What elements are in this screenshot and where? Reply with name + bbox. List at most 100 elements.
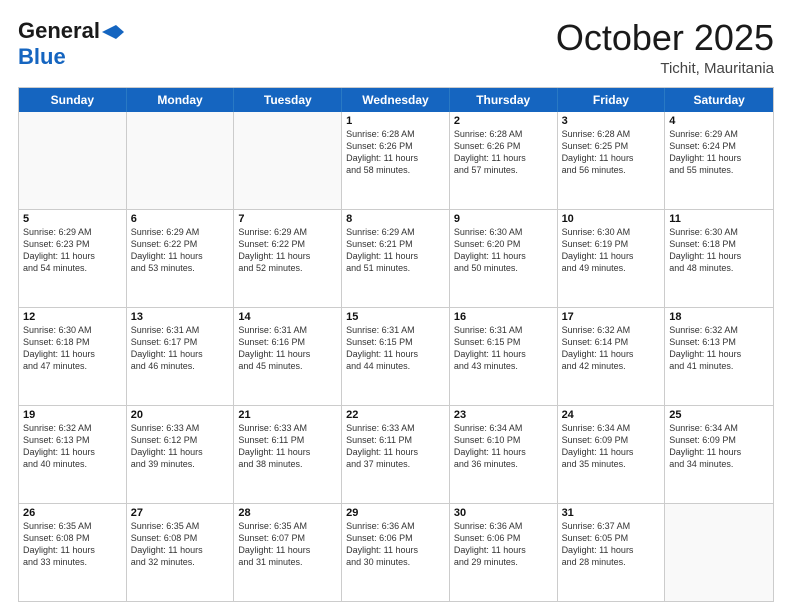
day-info: Sunrise: 6:28 AM Sunset: 6:25 PM Dayligh…	[562, 128, 661, 177]
weekday-header-monday: Monday	[127, 88, 235, 112]
weekday-header-tuesday: Tuesday	[234, 88, 342, 112]
day-info: Sunrise: 6:30 AM Sunset: 6:18 PM Dayligh…	[23, 324, 122, 373]
calendar-cell-4-7: 25Sunrise: 6:34 AM Sunset: 6:09 PM Dayli…	[665, 406, 773, 503]
day-info: Sunrise: 6:36 AM Sunset: 6:06 PM Dayligh…	[346, 520, 445, 569]
location: Tichit, Mauritania	[556, 60, 774, 77]
calendar-cell-1-5: 2Sunrise: 6:28 AM Sunset: 6:26 PM Daylig…	[450, 112, 558, 209]
calendar-cell-4-4: 22Sunrise: 6:33 AM Sunset: 6:11 PM Dayli…	[342, 406, 450, 503]
calendar-cell-5-4: 29Sunrise: 6:36 AM Sunset: 6:06 PM Dayli…	[342, 504, 450, 601]
day-number: 10	[562, 213, 661, 225]
day-number: 19	[23, 409, 122, 421]
calendar-cell-5-2: 27Sunrise: 6:35 AM Sunset: 6:08 PM Dayli…	[127, 504, 235, 601]
calendar-cell-1-3	[234, 112, 342, 209]
calendar-cell-2-2: 6Sunrise: 6:29 AM Sunset: 6:22 PM Daylig…	[127, 210, 235, 307]
day-number: 12	[23, 311, 122, 323]
day-info: Sunrise: 6:34 AM Sunset: 6:09 PM Dayligh…	[669, 422, 769, 471]
calendar-cell-5-3: 28Sunrise: 6:35 AM Sunset: 6:07 PM Dayli…	[234, 504, 342, 601]
day-number: 31	[562, 507, 661, 519]
day-info: Sunrise: 6:34 AM Sunset: 6:09 PM Dayligh…	[562, 422, 661, 471]
calendar-cell-1-2	[127, 112, 235, 209]
day-info: Sunrise: 6:28 AM Sunset: 6:26 PM Dayligh…	[454, 128, 553, 177]
calendar-cell-5-7	[665, 504, 773, 601]
day-info: Sunrise: 6:31 AM Sunset: 6:15 PM Dayligh…	[346, 324, 445, 373]
day-number: 11	[669, 213, 769, 225]
calendar-cell-1-6: 3Sunrise: 6:28 AM Sunset: 6:25 PM Daylig…	[558, 112, 666, 209]
day-info: Sunrise: 6:35 AM Sunset: 6:08 PM Dayligh…	[131, 520, 230, 569]
day-number: 4	[669, 115, 769, 127]
logo-general: General	[18, 18, 100, 44]
day-number: 25	[669, 409, 769, 421]
calendar-row-5: 26 Sunrise: 6:35 AM Sunset: 6:08 PM Dayli…	[19, 503, 773, 601]
day-number: 20	[131, 409, 230, 421]
calendar-cell-2-7: 11Sunrise: 6:30 AM Sunset: 6:18 PM Dayli…	[665, 210, 773, 307]
calendar-cell-2-6: 10Sunrise: 6:30 AM Sunset: 6:19 PM Dayli…	[558, 210, 666, 307]
day-info: Sunrise: 6:30 AM Sunset: 6:20 PM Dayligh…	[454, 226, 553, 275]
day-info: Sunrise: 6:37 AM Sunset: 6:05 PM Dayligh…	[562, 520, 661, 569]
header: General Blue October 2025 Tichit, Maurit…	[18, 18, 774, 77]
day-number: 27	[131, 507, 230, 519]
day-info: Sunrise: 6:30 AM Sunset: 6:19 PM Dayligh…	[562, 226, 661, 275]
page: General Blue October 2025 Tichit, Maurit…	[0, 0, 792, 612]
day-number: 22	[346, 409, 445, 421]
day-info: Sunrise: 6:33 AM Sunset: 6:12 PM Dayligh…	[131, 422, 230, 471]
day-number: 8	[346, 213, 445, 225]
calendar-cell-5-5: 30Sunrise: 6:36 AM Sunset: 6:06 PM Dayli…	[450, 504, 558, 601]
weekday-header-wednesday: Wednesday	[342, 88, 450, 112]
day-number: 30	[454, 507, 553, 519]
day-info: Sunrise: 6:31 AM Sunset: 6:17 PM Dayligh…	[131, 324, 230, 373]
weekday-header-sunday: Sunday	[19, 88, 127, 112]
month-title: October 2025	[556, 18, 774, 58]
day-info: Sunrise: 6:29 AM Sunset: 6:23 PM Dayligh…	[23, 226, 122, 275]
day-info: Sunrise: 6:30 AM Sunset: 6:18 PM Dayligh…	[669, 226, 769, 275]
calendar-cell-3-7: 18Sunrise: 6:32 AM Sunset: 6:13 PM Dayli…	[665, 308, 773, 405]
title-area: October 2025 Tichit, Mauritania	[556, 18, 774, 77]
calendar-row-3: 12Sunrise: 6:30 AM Sunset: 6:18 PM Dayli…	[19, 307, 773, 405]
day-info: Sunrise: 6:32 AM Sunset: 6:13 PM Dayligh…	[669, 324, 769, 373]
day-info: Sunrise: 6:29 AM Sunset: 6:22 PM Dayligh…	[238, 226, 337, 275]
day-number: 7	[238, 213, 337, 225]
calendar-header: SundayMondayTuesdayWednesdayThursdayFrid…	[19, 88, 773, 112]
calendar-cell-3-5: 16Sunrise: 6:31 AM Sunset: 6:15 PM Dayli…	[450, 308, 558, 405]
calendar-cell-5-1: 26Sunrise: 6:35 AM Sunset: 6:08 PM Dayli…	[19, 504, 127, 601]
calendar-row-1: 1Sunrise: 6:28 AM Sunset: 6:26 PM Daylig…	[19, 112, 773, 209]
calendar-body: 1Sunrise: 6:28 AM Sunset: 6:26 PM Daylig…	[19, 112, 773, 601]
calendar-cell-3-1: 12Sunrise: 6:30 AM Sunset: 6:18 PM Dayli…	[19, 308, 127, 405]
day-number: 29	[346, 507, 445, 519]
day-number: 21	[238, 409, 337, 421]
day-info: Sunrise: 6:32 AM Sunset: 6:13 PM Dayligh…	[23, 422, 122, 471]
day-number: 6	[131, 213, 230, 225]
day-info: Sunrise: 6:28 AM Sunset: 6:26 PM Dayligh…	[346, 128, 445, 177]
day-number: 3	[562, 115, 661, 127]
day-number: 14	[238, 311, 337, 323]
day-number: 9	[454, 213, 553, 225]
day-info: Sunrise: 6:29 AM Sunset: 6:22 PM Dayligh…	[131, 226, 230, 275]
calendar-cell-4-1: 19Sunrise: 6:32 AM Sunset: 6:13 PM Dayli…	[19, 406, 127, 503]
day-number: 23	[454, 409, 553, 421]
day-number: 5	[23, 213, 122, 225]
calendar-cell-1-1	[19, 112, 127, 209]
day-info: Sunrise: 6:33 AM Sunset: 6:11 PM Dayligh…	[238, 422, 337, 471]
calendar-cell-2-5: 9Sunrise: 6:30 AM Sunset: 6:20 PM Daylig…	[450, 210, 558, 307]
calendar-cell-3-6: 17Sunrise: 6:32 AM Sunset: 6:14 PM Dayli…	[558, 308, 666, 405]
calendar-cell-2-3: 7Sunrise: 6:29 AM Sunset: 6:22 PM Daylig…	[234, 210, 342, 307]
weekday-header-saturday: Saturday	[665, 88, 773, 112]
day-number: 28	[238, 507, 337, 519]
day-number: 17	[562, 311, 661, 323]
calendar-cell-1-7: 4Sunrise: 6:29 AM Sunset: 6:24 PM Daylig…	[665, 112, 773, 209]
calendar-cell-3-2: 13Sunrise: 6:31 AM Sunset: 6:17 PM Dayli…	[127, 308, 235, 405]
calendar-cell-4-5: 23Sunrise: 6:34 AM Sunset: 6:10 PM Dayli…	[450, 406, 558, 503]
calendar-cell-1-4: 1Sunrise: 6:28 AM Sunset: 6:26 PM Daylig…	[342, 112, 450, 209]
weekday-header-friday: Friday	[558, 88, 666, 112]
day-info: Sunrise: 6:36 AM Sunset: 6:06 PM Dayligh…	[454, 520, 553, 569]
day-info: Sunrise: 6:34 AM Sunset: 6:10 PM Dayligh…	[454, 422, 553, 471]
day-info: Sunrise: 6:31 AM Sunset: 6:15 PM Dayligh…	[454, 324, 553, 373]
day-number: 26	[23, 507, 122, 519]
day-number: 18	[669, 311, 769, 323]
calendar: SundayMondayTuesdayWednesdayThursdayFrid…	[18, 87, 774, 602]
day-number: 13	[131, 311, 230, 323]
day-number: 15	[346, 311, 445, 323]
logo-blue: Blue	[18, 44, 66, 69]
calendar-row-4: 19Sunrise: 6:32 AM Sunset: 6:13 PM Dayli…	[19, 405, 773, 503]
logo: General Blue	[18, 18, 124, 70]
day-info: Sunrise: 6:29 AM Sunset: 6:24 PM Dayligh…	[669, 128, 769, 177]
